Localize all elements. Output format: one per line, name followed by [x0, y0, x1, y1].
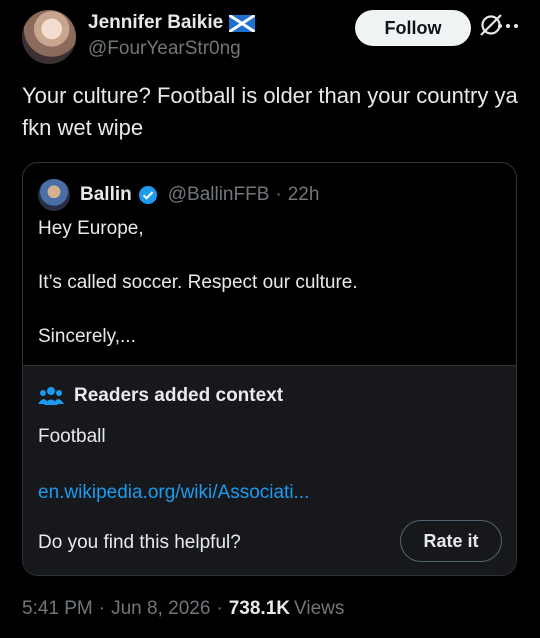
- community-note-body: Football: [38, 426, 106, 447]
- views-label: Views: [294, 598, 345, 619]
- more-icon[interactable]: [496, 16, 520, 36]
- author-name-row: Jennifer Baikie: [88, 12, 256, 34]
- verified-badge-icon: [138, 186, 157, 204]
- quoted-author-avatar[interactable]: [38, 179, 70, 211]
- community-note-heading: Readers added context: [74, 385, 284, 406]
- quoted-author-name[interactable]: Ballin: [80, 184, 132, 206]
- post-time[interactable]: 5:41 PM: [22, 598, 93, 620]
- post-date[interactable]: Jun 8, 2026: [111, 598, 210, 620]
- post-header: Jennifer Baikie @FourYearStr0ng Follow: [22, 8, 526, 68]
- meta-separator: ·: [216, 598, 223, 619]
- author-display-name[interactable]: Jennifer Baikie: [88, 12, 223, 34]
- community-note: Readers added context Football en.wikipe…: [23, 365, 516, 575]
- meta-separator: ·: [98, 598, 106, 619]
- people-icon: [38, 387, 64, 405]
- post-meta: 5:41 PM · Jun 8, 2026 · 738.1K Views: [22, 598, 344, 620]
- helpful-question: Do you find this helpful?: [38, 532, 241, 553]
- author-handle[interactable]: @FourYearStr0ng: [88, 38, 241, 60]
- quoted-post-text: Hey Europe, It’s called soccer. Respect …: [38, 218, 358, 347]
- quoted-author-handle[interactable]: @BallinFFB: [168, 184, 270, 206]
- quoted-post-header: Ballin @BallinFFB · 22h: [38, 179, 319, 211]
- author-avatar[interactable]: [22, 10, 76, 64]
- post-text: Your culture? Football is older than you…: [22, 83, 518, 140]
- follow-button[interactable]: Follow: [355, 10, 471, 46]
- views-count: 738.1K: [228, 598, 291, 619]
- quoted-post-time[interactable]: 22h: [288, 184, 320, 206]
- community-note-title: Readers added context: [38, 385, 283, 407]
- community-note-link[interactable]: en.wikipedia.org/wiki/Associati...: [38, 482, 309, 504]
- rate-it-button[interactable]: Rate it: [400, 520, 502, 562]
- quoted-post[interactable]: Ballin @BallinFFB · 22h Hey Europe, It’s…: [22, 162, 517, 576]
- scotland-flag-icon: [229, 14, 256, 32]
- separator-dot: ·: [275, 184, 282, 205]
